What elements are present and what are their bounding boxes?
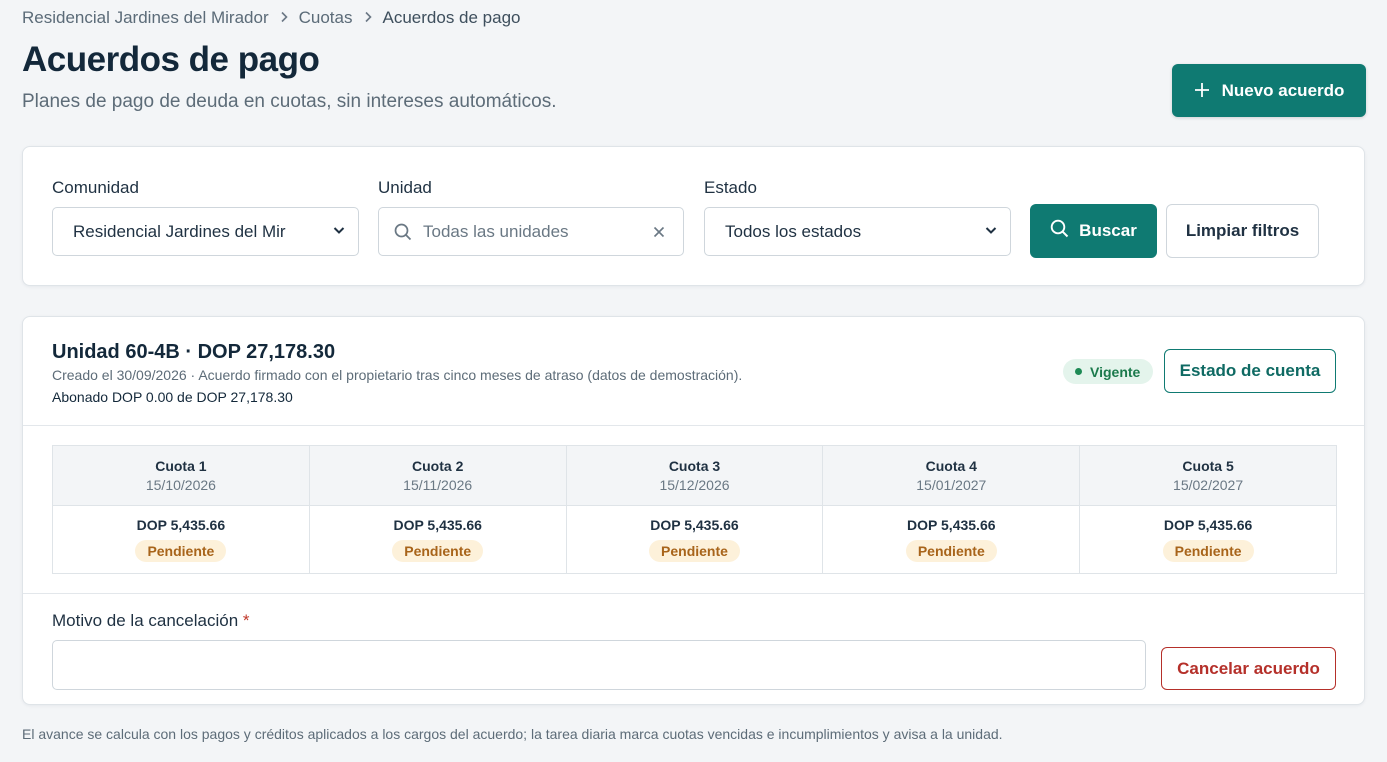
installment-status-badge: Pendiente (649, 540, 740, 562)
community-label: Comunidad (52, 178, 139, 197)
status-dot-icon (1075, 368, 1082, 375)
status-badge: Vigente (1063, 359, 1154, 384)
divider (23, 593, 1364, 594)
installment-date: 15/01/2027 (916, 477, 987, 493)
installment-cell: Cuota 5 15/02/2027 DOP 5,435.66 Pendient… (1080, 446, 1336, 573)
installment-name: Cuota 3 (668, 458, 721, 474)
installment-name: Cuota 1 (155, 458, 207, 474)
installment-header: Cuota 2 15/11/2026 (309, 446, 566, 506)
chevron-down-icon (332, 222, 346, 236)
agreement-meta: Creado el 30/09/2026 · Acuerdo firmado c… (52, 367, 743, 383)
status-select[interactable]: Todos los estados (704, 207, 1011, 256)
installment-status-badge: Pendiente (392, 540, 484, 562)
status-badge-label: Vigente (1090, 363, 1141, 380)
chevron-right-icon (363, 10, 373, 27)
installment-name: Cuota 5 (1182, 458, 1234, 474)
installment-status-badge: Pendiente (135, 540, 227, 562)
filters-panel: Comunidad Residencial Jardines del Mir U… (22, 146, 1365, 286)
installment-date: 15/10/2026 (145, 477, 216, 493)
chevron-down-icon (984, 222, 998, 236)
agreement-card: Unidad 60-4B · DOP 27,178.30 Creado el 3… (22, 316, 1365, 705)
installment-body: DOP 5,435.66 Pendiente (310, 506, 566, 573)
community-value: Residencial Jardines del Mir (73, 221, 286, 241)
status-value: Todos los estados (725, 221, 862, 241)
search-icon (394, 223, 412, 241)
new-agreement-button[interactable]: Nuevo acuerdo (1172, 64, 1366, 117)
installment-body: DOP 5,435.66 Pendiente (53, 506, 309, 573)
installment-cell: Cuota 4 15/01/2027 DOP 5,435.66 Pendient… (823, 446, 1081, 573)
search-button-label: Buscar (1079, 221, 1137, 240)
cancel-reason-label-text: Motivo de la cancelación (52, 611, 239, 630)
clear-icon[interactable] (653, 220, 665, 244)
installment-body: DOP 5,435.66 Pendiente (823, 506, 1079, 573)
installment-name: Cuota 2 (412, 458, 464, 474)
community-select[interactable]: Residencial Jardines del Mir (52, 207, 359, 256)
search-button[interactable]: Buscar (1030, 204, 1157, 258)
unit-search-input[interactable]: Todas las unidades (378, 207, 684, 256)
breadcrumb-cuotas[interactable]: Cuotas (299, 8, 353, 28)
installment-body: DOP 5,435.66 Pendiente (567, 506, 823, 573)
installment-header: Cuota 3 15/12/2026 (566, 446, 823, 506)
installment-date: 15/12/2026 (659, 477, 730, 493)
installments-table: Cuota 1 15/10/2026 DOP 5,435.66 Pendient… (52, 445, 1337, 574)
cancel-reason-input[interactable] (52, 640, 1146, 690)
cancel-reason-label: Motivo de la cancelación * (52, 611, 250, 631)
breadcrumb-current: Acuerdos de pago (382, 8, 521, 27)
installment-status-badge: Pendiente (1162, 540, 1254, 562)
unit-label: Unidad (378, 178, 432, 197)
clear-filters-button[interactable]: Limpiar filtros (1166, 204, 1319, 258)
installment-cell: Cuota 1 15/10/2026 DOP 5,435.66 Pendient… (53, 446, 310, 573)
required-marker: * (242, 611, 250, 630)
installment-amount: DOP 5,435.66 (393, 517, 482, 533)
installment-header: Cuota 4 15/01/2027 (823, 446, 1080, 506)
plus-icon (1194, 79, 1210, 103)
installment-name: Cuota 4 (925, 458, 977, 474)
divider (23, 425, 1364, 426)
page-title: Acuerdos de pago (22, 40, 320, 79)
page-subtitle: Planes de pago de deuda en cuotas, sin i… (22, 91, 557, 112)
installment-date: 15/02/2027 (1173, 477, 1244, 493)
account-statement-button[interactable]: Estado de cuenta (1164, 349, 1336, 393)
installment-status-badge: Pendiente (905, 540, 997, 562)
footnote: El avance se calcula con los pagos y cré… (22, 726, 1003, 742)
installment-body: DOP 5,435.66 Pendiente (1080, 506, 1336, 573)
installment-cell: Cuota 2 15/11/2026 DOP 5,435.66 Pendient… (309, 446, 567, 573)
installment-amount: DOP 5,435.66 (650, 517, 739, 533)
installment-cell: Cuota 3 15/12/2026 DOP 5,435.66 Pendient… (566, 446, 824, 573)
breadcrumb-community[interactable]: Residencial Jardines del Mirador (22, 8, 269, 28)
installment-amount: DOP 5,435.66 (907, 517, 996, 533)
installment-amount: DOP 5,435.66 (1163, 517, 1253, 533)
status-label: Estado (704, 178, 757, 197)
installment-header: Cuota 5 15/02/2027 (1080, 446, 1336, 506)
search-icon (1050, 219, 1069, 243)
installment-header: Cuota 1 15/10/2026 (53, 446, 309, 506)
unit-placeholder: Todas las unidades (423, 221, 569, 241)
installment-date: 15/11/2026 (403, 477, 473, 493)
new-agreement-label: Nuevo acuerdo (1221, 80, 1345, 100)
chevron-right-icon (279, 10, 289, 27)
breadcrumb: Residencial Jardines del Mirador Cuotas … (22, 8, 521, 28)
cancel-agreement-button[interactable]: Cancelar acuerdo (1161, 647, 1336, 690)
agreement-title: Unidad 60-4B · DOP 27,178.30 (52, 341, 336, 363)
agreement-paid: Abonado DOP 0.00 de DOP 27,178.30 (52, 389, 293, 405)
installment-amount: DOP 5,435.66 (136, 517, 226, 533)
